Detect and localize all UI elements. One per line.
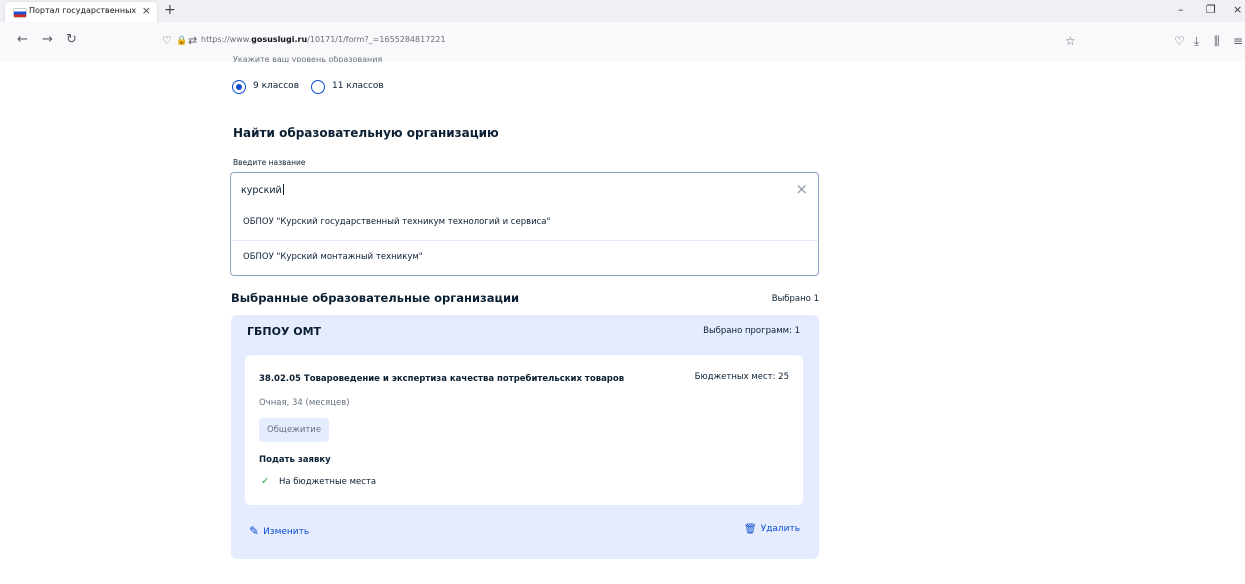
edit-button[interactable]: ✎ Изменить (249, 524, 309, 538)
url-prefix: https://www. (201, 35, 252, 44)
program-title: 38.02.05 Товароведение и экспертиза каче… (259, 374, 625, 384)
apply-title: Подать заявку (259, 455, 331, 465)
pocket-icon[interactable]: ♡ (1174, 33, 1185, 49)
lock-icon[interactable]: 🔒 (176, 34, 187, 48)
education-level-label: Укажите ваш уровень образования (233, 56, 383, 62)
new-tab-button[interactable]: + (164, 1, 176, 19)
download-icon[interactable]: ⤓ (1194, 33, 1199, 49)
bookmark-star-icon[interactable]: ☆ (1065, 33, 1076, 49)
restore-icon[interactable]: ❐ (1206, 3, 1216, 17)
suggestion-item[interactable]: ОБПОУ "Курский государственный техникум … (243, 217, 550, 227)
permissions-icon[interactable]: ⇄ (188, 34, 197, 48)
browser-tab-bar: Портал государственных усл × + – ❐ × (0, 0, 1245, 23)
find-organization-title: Найти образовательную организацию (233, 126, 499, 140)
selected-organizations-title: Выбранные образовательные организации (231, 291, 520, 305)
search-input-value[interactable]: курский (241, 184, 284, 196)
selected-organization-panel: ГБПОУ ОМТ Выбрано программ: 1 38.02.05 Т… (231, 315, 819, 559)
pencil-icon: ✎ (249, 524, 260, 538)
delete-button[interactable]: 🗑 Удалить (744, 524, 800, 535)
close-window-icon[interactable]: × (1233, 3, 1242, 17)
browser-nav-bar: ← → ↻ ♡ 🔒 ⇄ https://www.gosuslugi.ru/101… (0, 22, 1245, 62)
tab-title: Портал государственных усл (29, 6, 137, 15)
trash-icon: 🗑 (744, 524, 757, 535)
check-icon: ✓ (261, 476, 270, 487)
apply-option-label: На бюджетные места (279, 477, 377, 487)
edit-label: Изменить (263, 527, 310, 537)
radio-11-classes[interactable] (311, 80, 325, 94)
url-field[interactable]: https://www.gosuslugi.ru/10171/1/form?_=… (201, 35, 446, 44)
delete-label: Удалить (760, 524, 801, 534)
forward-icon[interactable]: → (42, 32, 53, 48)
suggestions-dropdown: ОБПОУ "Курский государственный техникум … (230, 205, 819, 276)
text-caret (282, 184, 284, 195)
url-domain: gosuslugi.ru (251, 35, 308, 44)
radio-9-classes-label[interactable]: 9 классов (253, 81, 299, 91)
suggestion-divider (231, 240, 818, 241)
program-card: 38.02.05 Товароведение и экспертиза каче… (245, 355, 803, 505)
study-mode: Очная, 34 (месяцев) (259, 398, 350, 408)
russia-flag-icon (13, 8, 27, 18)
dormitory-badge: Общежитие (259, 418, 330, 442)
radio-11-classes-label[interactable]: 11 классов (332, 81, 384, 91)
shield-icon[interactable]: ♡ (162, 34, 172, 48)
suggestion-item[interactable]: ОБПОУ "Курский монтажный техникум" (243, 252, 423, 262)
clear-search-icon[interactable]: × (795, 180, 808, 198)
programs-count: Выбрано программ: 1 (703, 326, 800, 336)
url-path: /10171/1/form?_=1655284817221 (307, 35, 446, 44)
tab-close-icon[interactable]: × (142, 4, 151, 18)
back-icon[interactable]: ← (17, 32, 28, 48)
selected-count: Выбрано 1 (771, 294, 819, 304)
radio-9-classes[interactable] (232, 80, 246, 94)
search-input-label: Введите название (233, 158, 306, 167)
menu-icon[interactable]: ≡ (1233, 33, 1243, 49)
reload-icon[interactable]: ↻ (66, 32, 77, 48)
organization-search-input[interactable]: курский × (230, 172, 819, 206)
organization-name: ГБПОУ ОМТ (247, 325, 322, 338)
minimize-icon[interactable]: – (1178, 3, 1184, 17)
library-icon[interactable]: ⫼ (1214, 33, 1220, 49)
budget-places: Бюджетных мест: 25 (694, 372, 789, 382)
browser-tab[interactable]: Портал государственных усл × (5, 2, 157, 22)
